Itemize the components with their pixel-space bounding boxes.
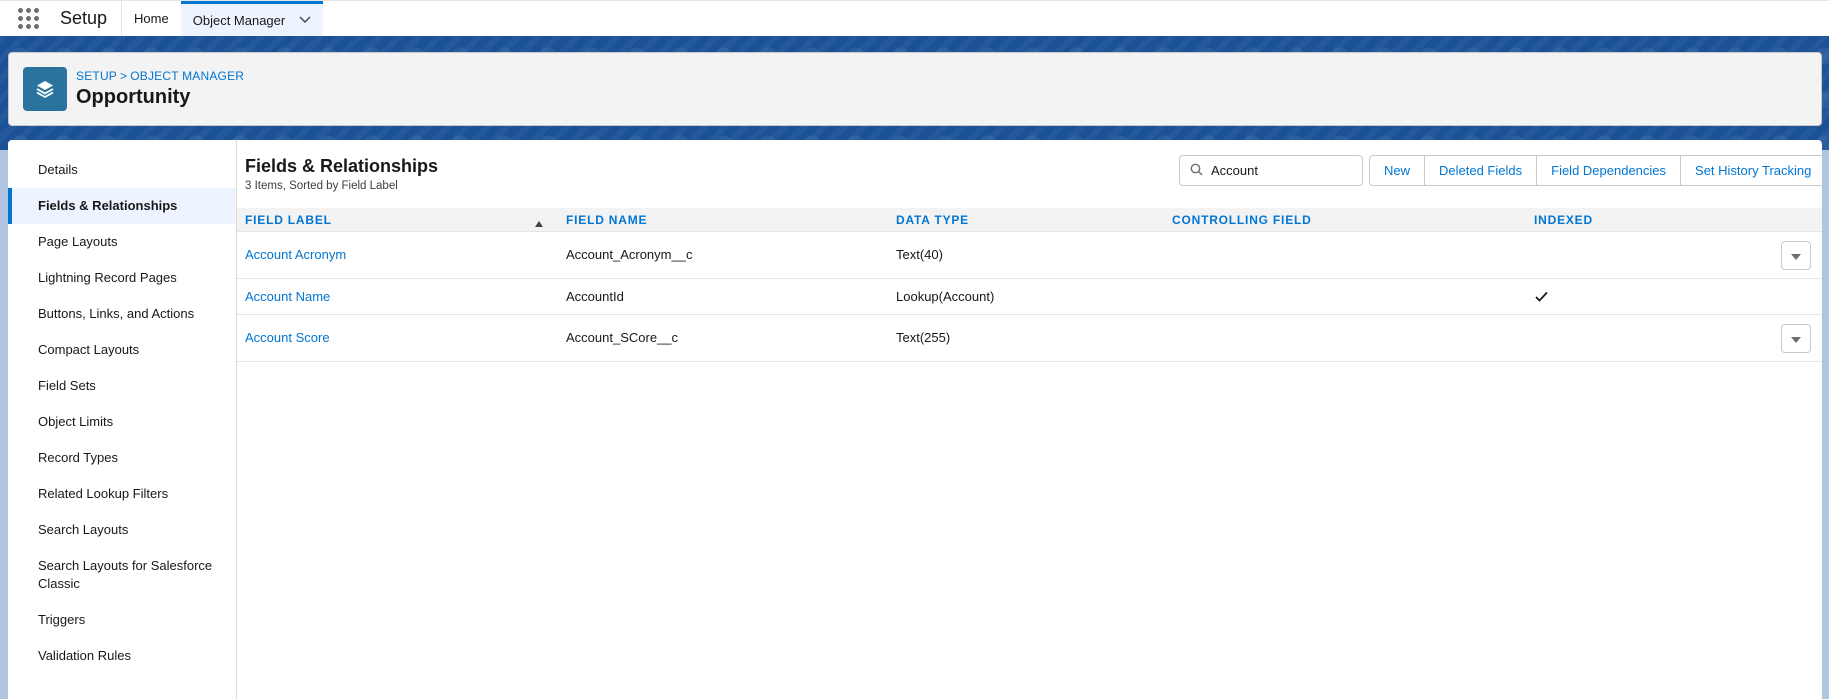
sidebar-item-compact-layouts[interactable]: Compact Layouts [8,332,236,368]
section-subtitle: 3 Items, Sorted by Field Label [245,180,398,192]
sidebar-item-search-layouts[interactable]: Search Layouts [8,512,236,548]
sidebar-item-record-types[interactable]: Record Types [8,440,236,476]
sort-ascending-icon[interactable] [535,216,543,230]
field-name-cell: AccountId [566,289,624,304]
data-type-cell: Text(40) [896,247,943,262]
search-icon [1190,163,1203,179]
main-panel: Details Fields & Relationships Page Layo… [8,140,1822,699]
page-title: Opportunity [76,86,191,108]
deleted-fields-button[interactable]: Deleted Fields [1424,155,1538,186]
sidebar-item-validation-rules[interactable]: Validation Rules [8,638,236,674]
app-name: Setup [56,1,123,36]
chevron-down-icon[interactable] [299,16,311,24]
layers-icon [23,67,67,111]
tab-object-manager-label: Object Manager [192,12,286,28]
breadcrumb-object-manager[interactable]: OBJECT MANAGER [130,69,244,83]
chevron-down-icon [1791,249,1801,263]
column-header-indexed[interactable]: INDEXED [1534,208,1593,232]
quick-find-search[interactable] [1179,155,1363,186]
table-header: FIELD LABEL FIELD NAME DATA TYPE CONTROL… [237,208,1822,232]
tab-object-manager[interactable]: Object Manager [180,1,324,36]
data-type-cell: Text(255) [896,330,951,345]
breadcrumb-setup[interactable]: SETUP [76,69,117,83]
set-history-tracking-button[interactable]: Set History Tracking [1680,155,1822,186]
table-row: Account Score Account_SCore__c Text(255) [237,315,1822,362]
sidebar-item-details[interactable]: Details [8,152,236,188]
fields-table: FIELD LABEL FIELD NAME DATA TYPE CONTROL… [237,208,1822,362]
data-type-cell: Lookup(Account) [896,289,995,304]
sidebar-item-page-layouts[interactable]: Page Layouts [8,224,236,260]
row-actions-button[interactable] [1781,241,1811,270]
sidebar-item-search-layouts-classic[interactable]: Search Layouts for Salesforce Classic [8,548,236,602]
sidebar-item-triggers[interactable]: Triggers [8,602,236,638]
column-header-data-type[interactable]: DATA TYPE [896,208,969,232]
checkmark-icon [1535,290,1548,305]
sidebar-item-related-lookup-filters[interactable]: Related Lookup Filters [8,476,236,512]
new-button[interactable]: New [1369,155,1426,186]
table-row: Account Name AccountId Lookup(Account) [237,279,1822,315]
field-name-cell: Account_Acronym__c [566,247,693,262]
app-launcher-icon[interactable] [0,1,56,36]
breadcrumb: SETUP > OBJECT MANAGER [76,69,244,83]
object-header: SETUP > OBJECT MANAGER Opportunity [8,52,1822,126]
field-dependencies-button[interactable]: Field Dependencies [1536,155,1682,186]
sidebar-item-object-limits[interactable]: Object Limits [8,404,236,440]
table-row: Account Acronym Account_Acronym__c Text(… [237,232,1822,279]
field-label-link[interactable]: Account Acronym [245,247,346,262]
section-title: Fields & Relationships [245,156,439,176]
row-actions-button[interactable] [1781,324,1811,353]
tab-home[interactable]: Home [122,1,181,36]
sidebar-item-lightning-record-pages[interactable]: Lightning Record Pages [8,260,236,296]
sidebar-item-buttons-links-actions[interactable]: Buttons, Links, and Actions [8,296,236,332]
sidebar-item-field-sets[interactable]: Field Sets [8,368,236,404]
tab-home-label: Home [134,11,169,26]
object-sidebar: Details Fields & Relationships Page Layo… [8,140,237,699]
field-label-link[interactable]: Account Score [245,330,330,345]
field-name-cell: Account_SCore__c [566,330,679,345]
column-header-controlling-field[interactable]: CONTROLLING FIELD [1172,208,1312,232]
fields-content: Fields & Relationships 3 Items, Sorted b… [237,140,1822,699]
chevron-down-icon [1791,332,1801,346]
field-label-link[interactable]: Account Name [245,289,330,304]
action-button-group: New Deleted Fields Field Dependencies Se… [1369,155,1822,186]
column-header-field-label[interactable]: FIELD LABEL [245,208,332,232]
search-input[interactable] [1211,163,1351,178]
column-header-field-name[interactable]: FIELD NAME [566,208,647,232]
global-nav: Setup Home Object Manager [0,0,1829,36]
sidebar-item-fields-relationships[interactable]: Fields & Relationships [8,188,236,224]
breadcrumb-separator: > [120,69,128,83]
